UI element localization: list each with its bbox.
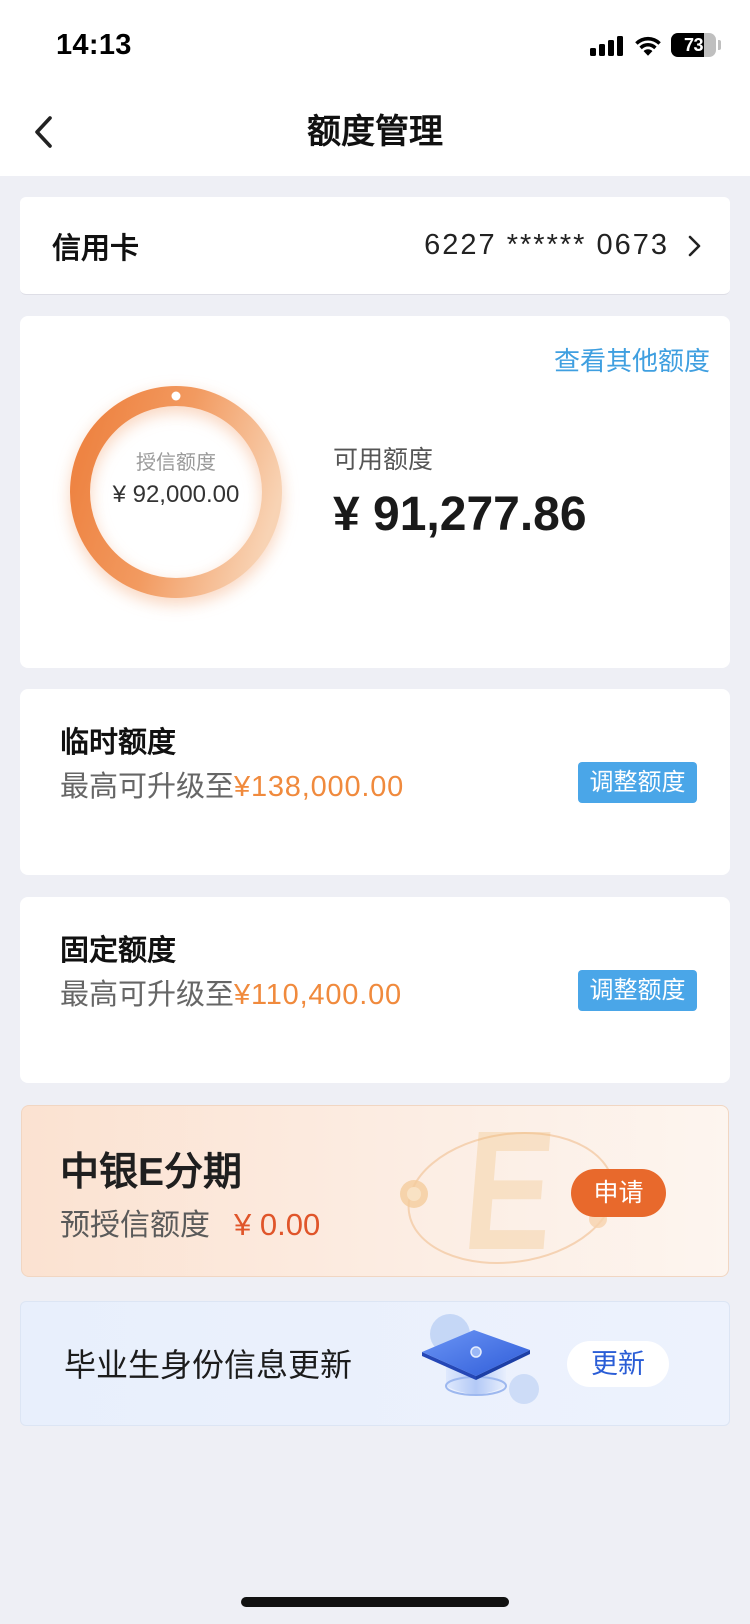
signal-bar [599, 44, 605, 56]
update-button[interactable]: 更新 [567, 1341, 669, 1387]
adjust-temporary-limit-button[interactable]: 调整额度 [578, 762, 697, 803]
battery-level: 73 [683, 35, 704, 55]
available-limit-label: 可用额度 [333, 446, 434, 474]
battery-cap [718, 40, 721, 50]
credit-limit-label: 授信额度 [136, 452, 216, 474]
chevron-right-stroke [688, 235, 701, 256]
wifi-arc-middle [639, 42, 657, 50]
signal-bar [590, 48, 596, 56]
installment-card: E 中银E分期 预授信额度 ¥ 0.00 申请 [21, 1105, 729, 1277]
fixed-limit-card: 固定额度 最高可升级至¥110,400.00 调整额度 [20, 897, 730, 1083]
graduate-update-title: 毕业生身份信息更新 [64, 1347, 353, 1383]
chevron-right-icon [688, 235, 701, 256]
apply-button[interactable]: 申请 [571, 1169, 666, 1217]
limit-desc-text: 最高可升级至 [60, 979, 235, 1011]
signal-bar [617, 36, 623, 56]
limit-max-amount: ¥110,400.00 [234, 979, 402, 1011]
limit-title: 固定额度 [60, 935, 177, 967]
wifi-arc-inner [643, 49, 653, 56]
account-number-group: 6227 ****** 0673 [424, 229, 701, 262]
limit-description: 最高可升级至¥110,400.00 [60, 978, 402, 1012]
available-limit-value: ¥ 91,277.86 [333, 488, 587, 541]
limit-max-amount: ¥138,000.00 [234, 771, 405, 803]
signal-bar [608, 40, 614, 56]
decor-bubble-small [509, 1374, 539, 1404]
home-indicator[interactable] [241, 1597, 509, 1607]
preapproved-amount: ¥ 0.00 [234, 1207, 321, 1242]
adjust-fixed-limit-button[interactable]: 调整额度 [578, 970, 697, 1011]
credit-limit-value: ¥ 92,000.00 [112, 481, 240, 508]
limit-title: 临时额度 [60, 727, 177, 759]
page-title: 额度管理 [307, 113, 443, 151]
ring-marker-dot [171, 391, 181, 401]
temporary-limit-card: 临时额度 最高可升级至¥138,000.00 调整额度 [20, 689, 730, 875]
other-limits-link[interactable]: 查看其他额度 [554, 345, 710, 377]
top-bar: 14:13 73 额度管理 [0, 0, 750, 176]
decor-letter: E [457, 1105, 562, 1277]
status-time: 14:13 [56, 29, 132, 61]
graduate-update-card: 毕业生身份信息更新 更新 [20, 1301, 730, 1426]
account-number: 6227 ****** 0673 [424, 229, 669, 261]
cap-button [470, 1346, 482, 1358]
wifi-icon [635, 36, 661, 56]
cellular-signal-icon [590, 36, 623, 56]
account-selector[interactable]: 信用卡 6227 ****** 0673 [20, 197, 730, 295]
limit-desc-text: 最高可升级至 [60, 771, 235, 803]
installment-title: 中银E分期 [60, 1151, 243, 1194]
limit-description: 最高可升级至¥138,000.00 [60, 770, 404, 804]
installment-description: 预授信额度 ¥ 0.00 [60, 1207, 320, 1244]
preapproved-label: 预授信额度 [60, 1209, 210, 1242]
decor-coin-inner [407, 1187, 421, 1201]
credit-summary-card: 查看其他额度 授信额度 ¥ 92,000.00 可用额度 ¥ 91,277.86 [20, 316, 730, 668]
graduation-cap-icon [422, 1314, 539, 1404]
account-type-label: 信用卡 [52, 232, 140, 265]
battery-icon: 73 [671, 33, 716, 57]
